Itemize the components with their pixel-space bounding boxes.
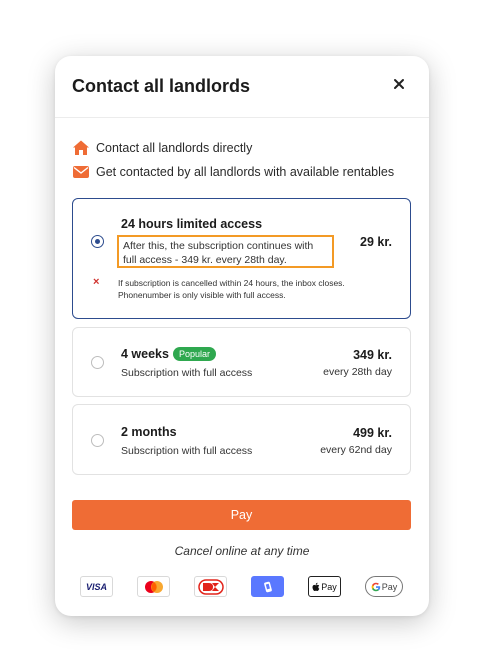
plan-period: every 28th day xyxy=(323,366,392,378)
popular-badge: Popular xyxy=(172,347,216,361)
modal-title: Contact all landlords xyxy=(72,76,251,96)
pay-button[interactable]: Pay xyxy=(72,500,411,530)
visa-label: VISA xyxy=(85,581,107,592)
feature-item: Get contacted by all landlords with avai… xyxy=(72,160,394,184)
payment-methods: VISA Pay Pay xyxy=(80,576,410,598)
plan-warning-text: If subscription is cancelled within 24 h… xyxy=(118,278,345,300)
plan-name-row: 4 weeks Popular xyxy=(121,347,216,361)
plan-radio[interactable] xyxy=(91,356,104,369)
contact-landlords-modal: Contact all landlords Contact all landlo… xyxy=(55,56,429,616)
plan-radio[interactable] xyxy=(91,434,104,447)
google-pay-label: Pay xyxy=(381,581,398,592)
house-icon xyxy=(72,139,90,157)
plan-description: Subscription with full access xyxy=(121,445,253,457)
plan-price: 349 kr. xyxy=(353,348,392,362)
plan-name: 24 hours limited access xyxy=(121,217,263,231)
visa-icon: VISA xyxy=(80,576,113,597)
warning-x-icon: × xyxy=(93,276,100,288)
plan-radio[interactable] xyxy=(91,235,104,248)
plan-4-weeks[interactable]: 4 weeks Popular Subscription with full ac… xyxy=(72,327,411,397)
envelope-icon xyxy=(72,163,90,181)
plan-name: 4 weeks xyxy=(121,347,169,361)
plan-price: 499 kr. xyxy=(353,426,392,440)
mobilepay-icon xyxy=(251,576,284,597)
plan-continuation-note: After this, the subscription continues w… xyxy=(117,235,334,268)
modal-header: Contact all landlords xyxy=(55,56,429,118)
feature-label: Get contacted by all landlords with avai… xyxy=(96,165,395,179)
dankort-icon xyxy=(194,576,227,597)
feature-list: Contact all landlords directly Get conta… xyxy=(72,136,394,184)
plan-24-hours[interactable]: 24 hours limited access After this, the … xyxy=(72,198,411,319)
apple-pay-label: Pay xyxy=(321,581,337,592)
close-button[interactable] xyxy=(389,74,409,94)
feature-item: Contact all landlords directly xyxy=(72,136,394,160)
close-icon xyxy=(394,79,404,89)
plan-name: 2 months xyxy=(121,425,177,439)
apple-pay-icon: Pay xyxy=(308,576,341,597)
mastercard-icon xyxy=(137,576,170,597)
cancel-note: Cancel online at any time xyxy=(174,544,310,558)
plan-price: 29 kr. xyxy=(360,235,392,249)
feature-label: Contact all landlords directly xyxy=(96,141,253,155)
plan-period: every 62nd day xyxy=(320,444,392,456)
plan-description: Subscription with full access xyxy=(121,367,253,379)
plan-2-months[interactable]: 2 months Subscription with full access 4… xyxy=(72,404,411,475)
google-pay-icon: Pay xyxy=(365,576,403,597)
